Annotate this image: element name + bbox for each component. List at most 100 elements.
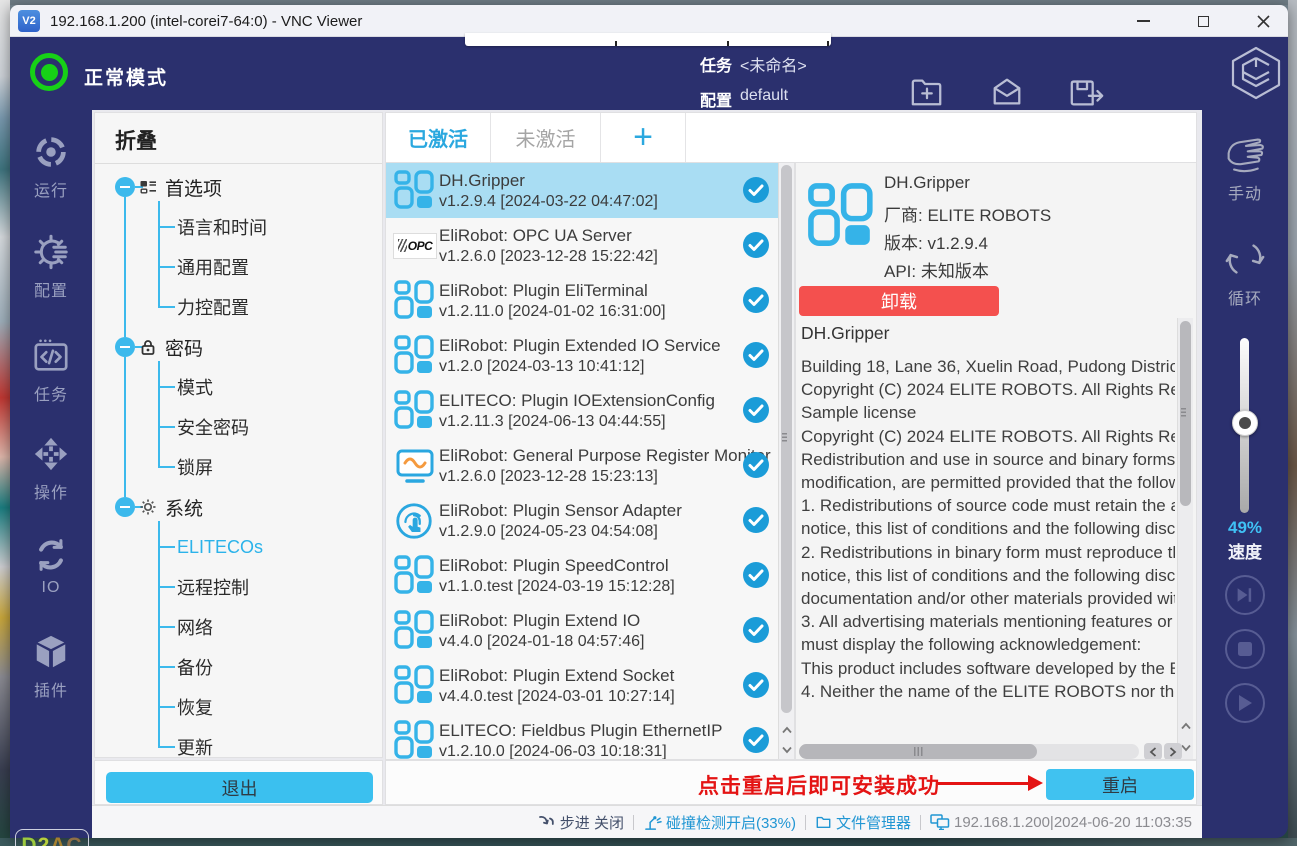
plugin-row[interactable]: EliRobot: Plugin Extended IO Servicev1.2… <box>386 328 794 383</box>
sidebar-item-run[interactable]: 运行 <box>10 128 92 206</box>
tree-connector <box>158 361 160 468</box>
scroll-left-button[interactable] <box>1144 743 1162 760</box>
tree-item-force-config[interactable]: 力控配置 <box>177 295 249 319</box>
play-button[interactable] <box>1225 683 1265 723</box>
tree-item-language-time[interactable]: 语言和时间 <box>177 215 267 239</box>
plugin-squares-icon <box>393 279 437 323</box>
sidebar-item-io[interactable]: IO <box>10 528 92 606</box>
exit-button[interactable]: 退出 <box>106 772 373 803</box>
scrollbar-thumb[interactable] <box>799 744 1037 759</box>
tree-connector <box>158 626 175 628</box>
config-label: 配置 <box>700 87 732 111</box>
plugin-squares-icon <box>393 169 437 213</box>
mode-status-icon[interactable] <box>30 53 68 91</box>
add-plugin-tab[interactable]: + <box>601 113 686 162</box>
d2ac-badge[interactable]: D2AC <box>15 829 89 846</box>
plugin-row[interactable]: EliRobot: Plugin Sensor Adapterv1.2.9.0 … <box>386 493 794 548</box>
speed-slider-thumb[interactable] <box>1232 410 1258 436</box>
sidebar-item-plugin[interactable]: 插件 <box>10 628 92 706</box>
sidebar-item-task[interactable]: 任务 <box>10 332 92 410</box>
file-manager-link[interactable]: 文件管理器 <box>815 812 911 833</box>
tree-connector <box>158 521 160 748</box>
step-icon <box>538 814 556 830</box>
gear-icon <box>139 498 157 516</box>
license-vertical-scrollbar[interactable] <box>1177 318 1193 760</box>
mode-label: 正常模式 <box>84 63 168 90</box>
action-strip: 点击重启后即可安装成功 重启 <box>385 760 1197 805</box>
config-value[interactable]: default <box>740 87 788 105</box>
collision-status[interactable]: 碰撞检测开启(33%) <box>643 812 796 833</box>
manual-mode-button[interactable]: 手动 <box>1202 135 1288 204</box>
connection-address: 192.168.1.200|2024-06-20 11:03:35 <box>930 814 1192 831</box>
tree-item-safety-password[interactable]: 安全密码 <box>177 415 249 439</box>
minimize-button[interactable] <box>1120 5 1166 37</box>
window-title: 192.168.1.200 (intel-corei7-64:0) - VNC … <box>50 5 362 37</box>
vnc-toolbar-strip[interactable] <box>465 33 831 46</box>
operate-icon <box>32 435 70 473</box>
tree-item-remote-control[interactable]: 远程控制 <box>177 575 249 599</box>
tree-item-preferences[interactable]: 首选项 <box>165 175 222 199</box>
scroll-right-button[interactable] <box>1164 743 1182 760</box>
separator <box>805 815 806 830</box>
tree-item-network[interactable]: 网络 <box>177 615 213 639</box>
plugin-row[interactable]: EliRobot: General Purpose Register Monit… <box>386 438 794 493</box>
task-value[interactable]: <未命名> <box>740 52 807 76</box>
io-icon <box>33 537 69 573</box>
tab-not-activated[interactable]: 未激活 <box>491 113 601 162</box>
desktop-edge-right <box>1288 0 1297 846</box>
list-scrollbar[interactable] <box>778 163 794 760</box>
manual-label: 手动 <box>1228 180 1262 204</box>
tree-item-system[interactable]: 系统 <box>165 495 203 519</box>
tree-connector <box>158 586 175 588</box>
tree-item-lock-screen[interactable]: 锁屏 <box>177 455 213 479</box>
check-badge-icon <box>743 452 769 478</box>
scrollbar-grip <box>1181 408 1186 418</box>
plugin-row[interactable]: OPC EliRobot: OPC UA Serverv1.2.6.0 [202… <box>386 218 794 273</box>
cycle-mode-button[interactable]: 循环 <box>1202 238 1288 309</box>
plugin-row[interactable]: DH.Gripperv1.2.9.4 [2024-03-22 04:47:02] <box>386 163 794 218</box>
maximize-button[interactable] <box>1180 5 1226 37</box>
plugin-squares-icon <box>806 181 878 253</box>
collapse-toggle-icon[interactable] <box>115 497 135 517</box>
tree-item-general-config[interactable]: 通用配置 <box>177 255 249 279</box>
plugin-row[interactable]: EliRobot: Plugin EliTerminalv1.2.11.0 [2… <box>386 273 794 328</box>
sidebar-item-operate[interactable]: 操作 <box>10 430 92 508</box>
scroll-up-button[interactable] <box>779 720 795 740</box>
tree-item-elitecos[interactable]: ELITECOs <box>177 535 263 559</box>
check-badge-icon <box>743 562 769 588</box>
chevron-up-icon <box>1180 722 1192 730</box>
desktop: V2 192.168.1.200 (intel-corei7-64:0) - V… <box>0 0 1297 846</box>
tree-item-password[interactable]: 密码 <box>165 335 203 359</box>
plugin-row[interactable]: EliRobot: Plugin Extend IOv4.4.0 [2024-0… <box>386 603 794 658</box>
stop-button[interactable] <box>1225 629 1265 669</box>
restart-button[interactable]: 重启 <box>1046 769 1194 800</box>
scroll-down-button[interactable] <box>779 740 795 760</box>
plugin-row[interactable]: EliRobot: Plugin Extend Socketv4.4.0.tes… <box>386 658 794 713</box>
register-monitor-icon <box>393 444 437 488</box>
scroll-up-button[interactable] <box>1178 716 1194 736</box>
sidebar-item-config[interactable]: 配置 <box>10 228 92 306</box>
tree-item-update[interactable]: 更新 <box>177 735 213 759</box>
uninstall-button[interactable]: 卸载 <box>799 286 999 316</box>
task-label: 任务 <box>700 52 732 76</box>
check-badge-icon <box>743 287 769 313</box>
close-button[interactable] <box>1240 5 1286 37</box>
plugin-row[interactable]: EliRobot: Plugin SpeedControlv1.1.0.test… <box>386 548 794 603</box>
tree-panel-title: 折叠 <box>115 125 157 155</box>
tree-connector <box>124 357 126 497</box>
plugin-row[interactable]: ELITECO: Fieldbus Plugin EthernetIPv1.2.… <box>386 713 794 760</box>
tree-item-restore[interactable]: 恢复 <box>177 695 213 719</box>
step-status[interactable]: 步进 关闭 <box>538 812 624 833</box>
collapse-toggle-icon[interactable] <box>115 337 135 357</box>
tree-item-backup[interactable]: 备份 <box>177 655 213 679</box>
tree-item-mode[interactable]: 模式 <box>177 375 213 399</box>
tree-connector <box>158 466 175 468</box>
license-text: Building 18, Lane 36, Xuelin Road, Pudon… <box>801 355 1175 703</box>
tab-activated[interactable]: 已激活 <box>386 113 491 162</box>
plugin-row[interactable]: ELITECO: Plugin IOExtensionConfigv1.2.11… <box>386 383 794 438</box>
step-forward-button[interactable] <box>1225 575 1265 615</box>
play-icon <box>1237 694 1253 712</box>
collapse-toggle-icon[interactable] <box>115 177 135 197</box>
minimize-icon <box>1137 20 1150 22</box>
chevron-up-icon <box>781 726 793 734</box>
